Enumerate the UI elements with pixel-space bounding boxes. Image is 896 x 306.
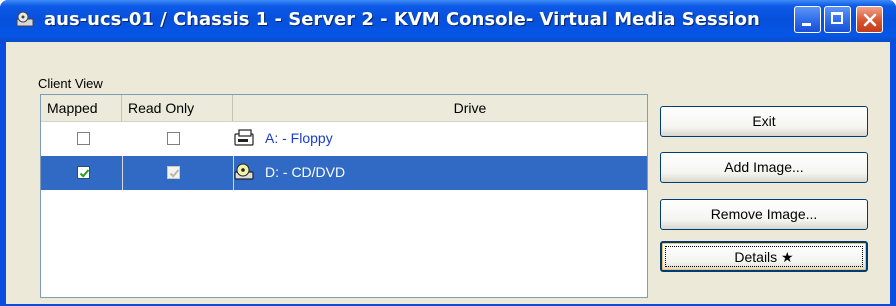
client-view-list[interactable]: Mapped Read Only Drive A: - Floppy D: - …	[40, 94, 648, 298]
drive-label: A: - Floppy	[265, 130, 333, 146]
dialog-body: Client View Mapped Read Only Drive A: - …	[6, 42, 890, 304]
maximize-button[interactable]	[824, 6, 851, 33]
column-divider	[122, 156, 123, 190]
virtual-media-icon	[14, 11, 36, 29]
mapped-checkbox[interactable]	[77, 166, 90, 179]
minimize-button[interactable]	[794, 6, 821, 33]
virtual-media-window: aus-ucs-01 / Chassis 1 - Server 2 - KVM …	[0, 0, 896, 306]
read-only-checkbox[interactable]	[167, 132, 180, 145]
client-view-label: Client View	[38, 76, 103, 91]
exit-button[interactable]: Exit	[660, 106, 868, 137]
window-title: aus-ucs-01 / Chassis 1 - Server 2 - KVM …	[44, 9, 760, 30]
title-bar[interactable]: aus-ucs-01 / Chassis 1 - Server 2 - KVM …	[0, 0, 896, 42]
close-button[interactable]	[856, 6, 883, 33]
remove-image-button[interactable]: Remove Image...	[660, 199, 868, 230]
column-header-drive[interactable]: Drive	[233, 95, 647, 121]
table-row-selected[interactable]: D: - CD/DVD	[41, 156, 647, 190]
column-header-mapped[interactable]: Mapped	[41, 95, 122, 121]
cd-dvd-drive-icon	[233, 162, 257, 182]
drive-label: D: - CD/DVD	[265, 164, 346, 180]
checkmark-icon	[169, 169, 180, 178]
close-icon	[863, 13, 877, 27]
mapped-checkbox[interactable]	[77, 132, 90, 145]
read-only-checkbox	[167, 166, 180, 179]
checkmark-icon	[79, 169, 90, 178]
details-button[interactable]: Details ★	[660, 241, 868, 272]
column-header-read-only[interactable]: Read Only	[122, 95, 233, 121]
floppy-drive-icon	[233, 128, 257, 148]
add-image-button[interactable]: Add Image...	[660, 152, 868, 183]
table-row[interactable]: A: - Floppy	[41, 122, 647, 156]
list-header: Mapped Read Only Drive	[41, 95, 647, 122]
